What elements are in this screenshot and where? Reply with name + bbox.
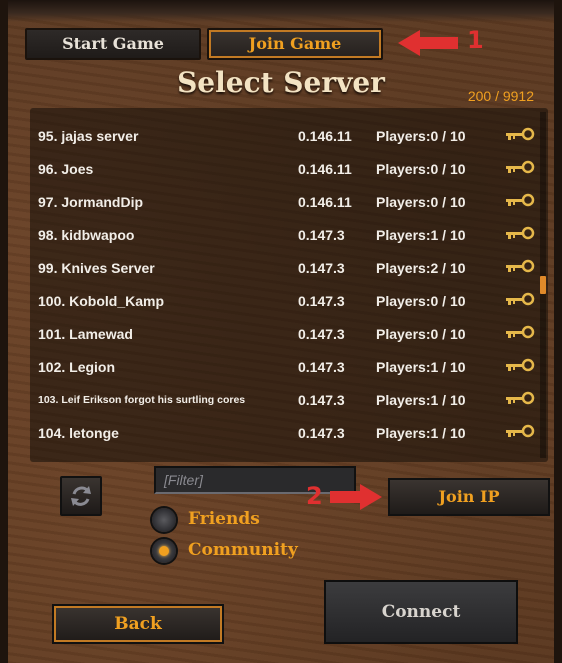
server-version: 0.146.11 [298, 128, 352, 144]
server-row[interactable]: 99. Knives Server 0.147.3 Players:2 / 10 [30, 252, 540, 285]
server-version: 0.147.3 [298, 260, 345, 276]
annotation-arrow-1 [398, 30, 458, 56]
server-row[interactable]: 102. Legion 0.147.3 Players:1 / 10 [30, 351, 540, 384]
server-list[interactable]: 95. jajas server 0.146.11 Players:0 / 10… [30, 108, 548, 462]
right-edge [554, 0, 562, 663]
key-icon [506, 358, 535, 372]
server-name: 102. Legion [38, 359, 116, 375]
server-row[interactable]: 95. jajas server 0.146.11 Players:0 / 10 [30, 120, 540, 153]
server-version: 0.147.3 [298, 326, 345, 342]
key-icon [506, 259, 535, 273]
server-version: 0.146.11 [298, 194, 352, 210]
server-version: 0.147.3 [298, 293, 345, 309]
key-icon [506, 424, 535, 438]
server-name: 97. JormandDip [38, 194, 144, 210]
filter-input[interactable]: [Filter] [154, 466, 356, 494]
server-players: Players:2 / 10 [376, 260, 466, 276]
top-edge [0, 0, 562, 22]
connect-button[interactable]: Connect [324, 580, 518, 644]
tab-start-game[interactable]: Start Game [25, 28, 201, 60]
server-row[interactable]: 103. Leif Erikson forgot his surtling co… [30, 384, 540, 417]
refresh-icon [71, 486, 91, 506]
key-icon [506, 160, 535, 174]
server-name: 98. kidbwapoo [38, 227, 135, 243]
key-icon [506, 127, 535, 141]
server-row[interactable]: 97. JormandDip 0.146.11 Players:0 / 10 [30, 186, 540, 219]
server-name: 104. letonge [38, 425, 119, 441]
annotation-number-1: 1 [467, 26, 484, 54]
key-icon [506, 226, 535, 240]
server-version: 0.147.3 [298, 359, 345, 375]
radio-button[interactable] [152, 508, 176, 532]
server-players: Players:1 / 10 [376, 359, 466, 375]
server-players: Players:0 / 10 [376, 161, 466, 177]
server-name: 99. Knives Server [38, 260, 155, 276]
annotation-number-2: 2 [306, 482, 323, 510]
server-players: Players:1 / 10 [376, 227, 466, 243]
tab-join-game[interactable]: Join Game [207, 28, 383, 60]
left-edge [0, 0, 8, 663]
annotation-arrow-2 [330, 484, 382, 510]
server-name: 103. Leif Erikson forgot his surtling co… [38, 394, 246, 406]
server-count: 200 / 9912 [467, 88, 534, 104]
server-version: 0.147.3 [298, 227, 345, 243]
radio-label: Community [188, 540, 298, 560]
server-players: Players:1 / 10 [376, 392, 466, 408]
server-players: Players:0 / 10 [376, 194, 466, 210]
server-version: 0.146.11 [298, 161, 352, 177]
server-row[interactable]: 104. letonge 0.147.3 Players:1 / 10 [30, 417, 540, 450]
refresh-button[interactable] [60, 476, 102, 516]
server-players: Players:0 / 10 [376, 293, 466, 309]
server-name: 100. Kobold_Kamp [38, 293, 165, 309]
server-players: Players:0 / 10 [376, 326, 466, 342]
back-button[interactable]: Back [52, 604, 224, 644]
join-ip-button[interactable]: Join IP [388, 478, 550, 516]
scrollbar-thumb[interactable] [540, 276, 546, 294]
server-row[interactable]: 100. Kobold_Kamp 0.147.3 Players:0 / 10 [30, 285, 540, 318]
server-name: 96. Joes [38, 161, 94, 177]
server-row[interactable]: 98. kidbwapoo 0.147.3 Players:1 / 10 [30, 219, 540, 252]
radio-button[interactable] [152, 539, 176, 563]
radio-label: Friends [188, 509, 260, 529]
key-icon [506, 325, 535, 339]
key-icon [506, 193, 535, 207]
server-players: Players:1 / 10 [376, 425, 466, 441]
server-row[interactable]: 101. Lamewad 0.147.3 Players:0 / 10 [30, 318, 540, 351]
key-icon [506, 292, 535, 306]
server-name: 101. Lamewad [38, 326, 133, 342]
server-version: 0.147.3 [298, 425, 345, 441]
server-name: 95. jajas server [38, 128, 139, 144]
key-icon [506, 391, 535, 405]
server-version: 0.147.3 [298, 392, 345, 408]
server-row[interactable]: 96. Joes 0.146.11 Players:0 / 10 [30, 153, 540, 186]
server-players: Players:0 / 10 [376, 128, 466, 144]
